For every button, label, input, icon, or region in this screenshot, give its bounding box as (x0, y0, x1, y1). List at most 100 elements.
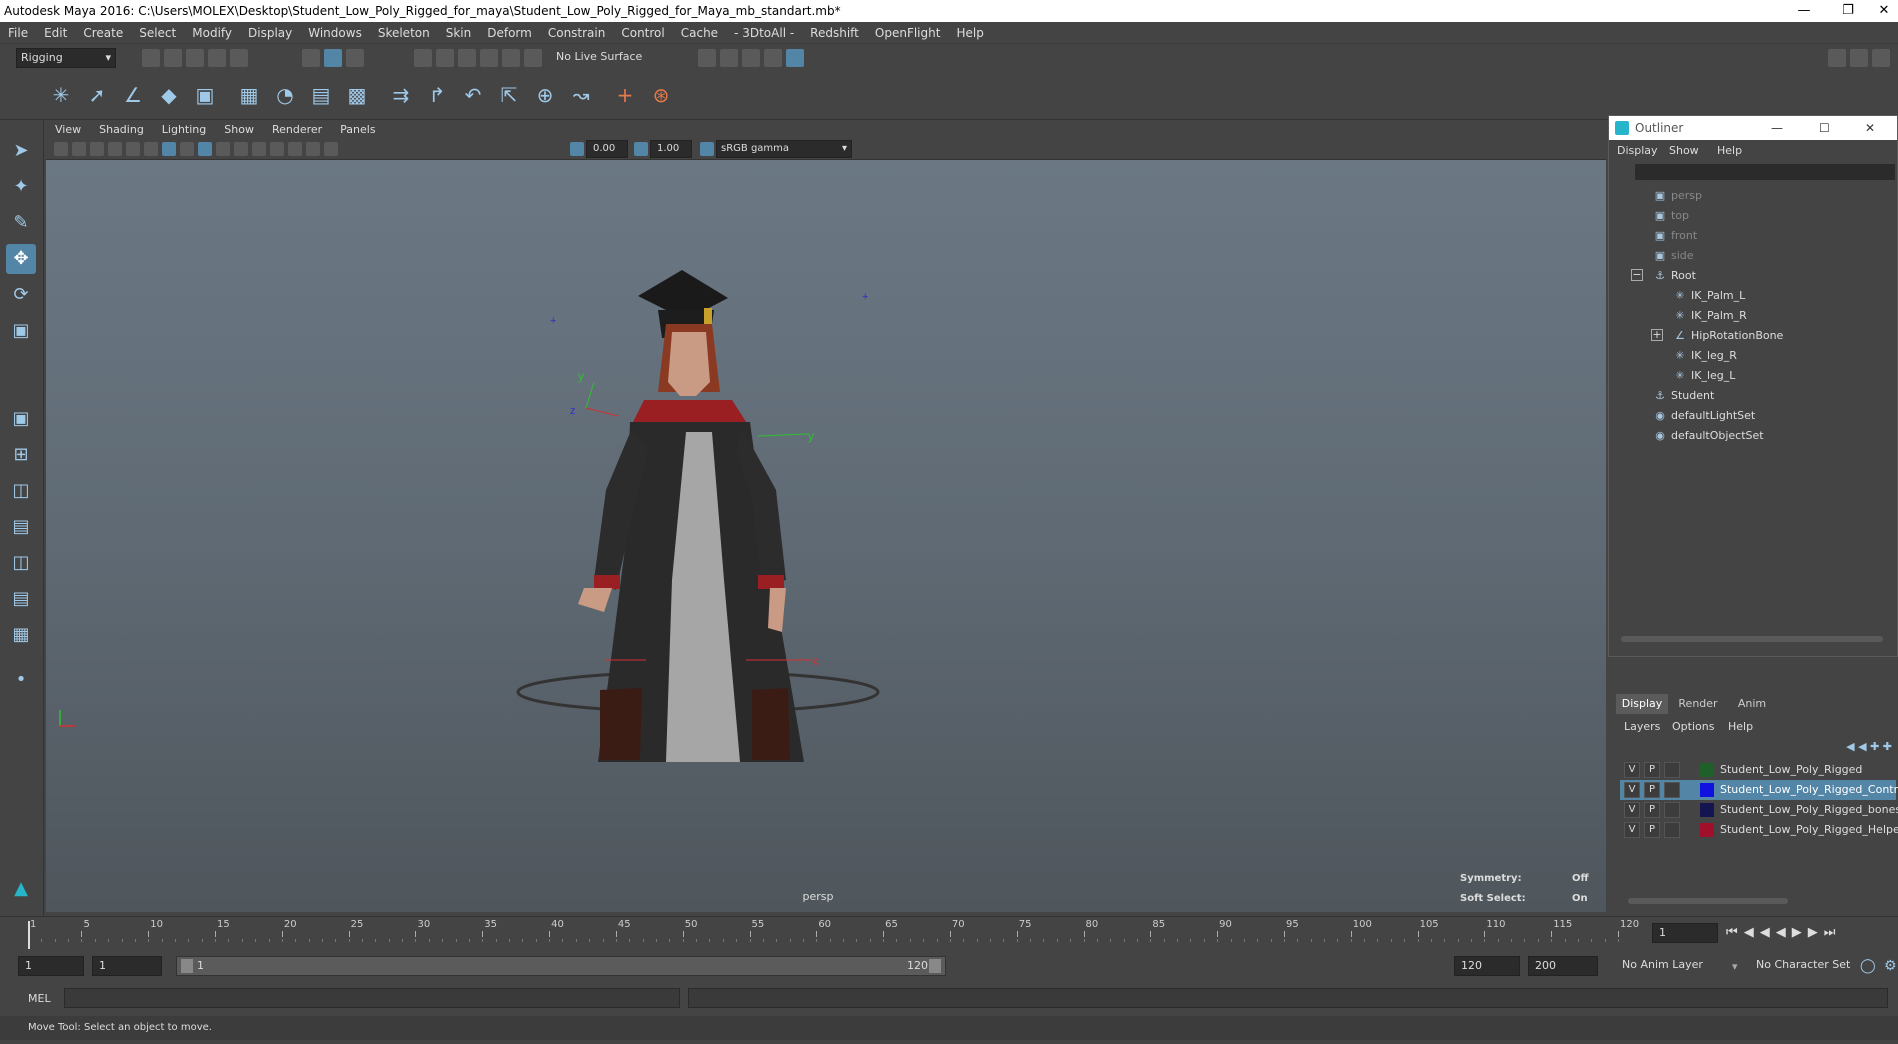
vp-menu-shading[interactable]: Shading (90, 120, 153, 140)
time-slider[interactable]: 1 5 10 15 20 25 30 35 40 45 50 55 60 65 70 75 80 85 90 95 10… (0, 916, 1898, 952)
playback-start-field[interactable]: 1 (92, 956, 162, 976)
bookmark-icon[interactable] (72, 142, 86, 156)
move-tool-icon[interactable]: ✥ (6, 244, 36, 274)
locator-icon[interactable]: + (610, 80, 640, 110)
minimize-icon[interactable]: — (1782, 0, 1826, 22)
textured-icon[interactable] (216, 142, 230, 156)
layer-row[interactable]: VP Student_Low_Poly_Rigged_Controllers (1620, 780, 1898, 800)
layer-display-type-toggle[interactable] (1664, 782, 1680, 798)
outliner-menu-display[interactable]: Display (1617, 144, 1658, 157)
current-frame-field[interactable]: 1 (1652, 923, 1718, 943)
outliner-item[interactable]: + ∠ HipRotationBone (1613, 326, 1863, 346)
joint-tool-icon[interactable]: ✳ (46, 80, 76, 110)
outliner-item[interactable]: ▣ front (1613, 226, 1863, 246)
lights-icon[interactable] (234, 142, 248, 156)
ik-spline-icon[interactable]: ∠ (118, 80, 148, 110)
set-key-icon[interactable]: ⊛ (646, 80, 676, 110)
new-scene-icon[interactable] (142, 49, 160, 67)
outliner-item[interactable]: ✳ IK_Palm_L (1613, 286, 1863, 306)
layer-display-type-toggle[interactable] (1664, 822, 1680, 838)
exposure-icon[interactable] (570, 142, 584, 156)
paint-weights-icon[interactable]: ▣ (190, 80, 220, 110)
maximize-icon[interactable]: ☐ (1819, 116, 1830, 140)
render-frame-icon[interactable] (720, 49, 738, 67)
layer-color-swatch[interactable] (1700, 803, 1714, 817)
layer-color-swatch[interactable] (1700, 763, 1714, 777)
outliner-item[interactable]: ⚓ Student (1613, 386, 1863, 406)
new-layer-icon[interactable]: ✚ (1870, 740, 1879, 753)
open-scene-icon[interactable] (164, 49, 182, 67)
menu-edit[interactable]: Edit (36, 22, 75, 44)
layer-row[interactable]: V P Student_Low_Poly_Rigged_bones (1620, 800, 1898, 820)
gamma-icon[interactable] (634, 142, 648, 156)
select-tool-icon[interactable]: ➤ (6, 136, 36, 166)
pole-vector-icon[interactable]: ↝ (566, 80, 596, 110)
close-icon[interactable]: ✕ (1870, 0, 1898, 22)
snap-point-icon[interactable] (458, 49, 476, 67)
menu-constrain[interactable]: Constrain (540, 22, 614, 44)
grid-icon[interactable] (108, 142, 122, 156)
uv-layout-icon[interactable]: ▦ (6, 620, 36, 650)
render-view-icon[interactable] (764, 49, 782, 67)
outliner-item[interactable]: ▣ top (1613, 206, 1863, 226)
layer-playback-toggle[interactable]: P (1644, 762, 1660, 778)
step-back-key-icon[interactable]: ◀ (1760, 925, 1776, 940)
outliner-item[interactable]: ✳ IK_leg_R (1613, 346, 1863, 366)
animation-end-field[interactable]: 200 (1528, 956, 1598, 976)
shaded-wire-icon[interactable] (198, 142, 212, 156)
go-to-start-icon[interactable]: ⏮ (1726, 925, 1744, 940)
layer-row[interactable]: V P Student_Low_Poly_Rigged_Helpers (1620, 820, 1898, 840)
range-start-handle[interactable] (181, 959, 193, 973)
close-icon[interactable]: ✕ (1865, 116, 1875, 140)
quick-layout-icon[interactable]: • (6, 665, 36, 695)
menu-windows[interactable]: Windows (300, 22, 370, 44)
layer-playback-toggle[interactable]: P (1644, 782, 1660, 798)
point-constraint-icon[interactable]: ⇉ (386, 80, 416, 110)
cmd-input[interactable] (64, 988, 680, 1008)
wireframe-icon[interactable] (162, 142, 176, 156)
image-plane-icon[interactable] (90, 142, 104, 156)
animation-start-field[interactable]: 1 (18, 956, 84, 976)
snap-grid-icon[interactable] (414, 49, 432, 67)
undo-icon[interactable] (208, 49, 226, 67)
step-forward-key-icon[interactable]: ▶ (1808, 925, 1824, 940)
color-space-dropdown[interactable]: sRGB gamma ▾ (716, 140, 852, 158)
hypershade-layout-icon[interactable]: ▤ (6, 584, 36, 614)
vp-menu-lighting[interactable]: Lighting (153, 120, 215, 140)
rotate-tool-icon[interactable]: ⟳ (6, 280, 36, 310)
layer-visibility-toggle[interactable]: V (1624, 782, 1640, 798)
tab-anim[interactable]: Anim (1726, 694, 1778, 714)
layer-display-type-toggle[interactable] (1664, 762, 1680, 778)
vp-menu-panels[interactable]: Panels (331, 120, 384, 140)
step-back-icon[interactable]: ◀ (1744, 925, 1760, 940)
outliner-item[interactable]: ✳ IK_Palm_R (1613, 306, 1863, 326)
new-layer-selected-icon[interactable]: ✚ (1883, 740, 1892, 753)
vp-menu-renderer[interactable]: Renderer (263, 120, 331, 140)
wrap-icon[interactable]: ▤ (306, 80, 336, 110)
layer-playback-toggle[interactable]: P (1644, 822, 1660, 838)
aa-icon[interactable] (288, 142, 302, 156)
layout-icon[interactable] (1872, 49, 1890, 67)
select-component-icon[interactable] (346, 49, 364, 67)
current-time-marker[interactable] (28, 921, 30, 949)
preferences-icon[interactable]: ⚙ (1884, 958, 1897, 974)
aim-constraint-icon[interactable]: ↱ (422, 80, 452, 110)
save-scene-icon[interactable] (186, 49, 204, 67)
viewport-persp[interactable]: y y x z + + persp Symmetry: Off Soft Sel… (46, 160, 1606, 912)
smooth-shade-icon[interactable] (180, 142, 194, 156)
outliner-layout-icon[interactable]: ◫ (6, 548, 36, 578)
collapse-icon[interactable]: − (1631, 269, 1643, 281)
render-settings-icon[interactable] (698, 49, 716, 67)
xray-icon[interactable] (324, 142, 338, 156)
outliner-item[interactable]: ◉ defaultLightSet (1613, 406, 1863, 426)
bind-skin-icon[interactable]: ◆ (154, 80, 184, 110)
snap-live-icon[interactable] (524, 49, 542, 67)
isolate-icon[interactable] (306, 142, 320, 156)
snap-curve-icon[interactable] (436, 49, 454, 67)
go-to-end-icon[interactable]: ⏭ (1824, 925, 1842, 940)
blend-shape-icon[interactable]: ▩ (342, 80, 372, 110)
single-view-icon[interactable]: ▣ (6, 404, 36, 434)
scale-constraint-icon[interactable]: ⇱ (494, 80, 524, 110)
playback-end-field[interactable]: 120 (1454, 956, 1520, 976)
auto-key-icon[interactable]: ◯ (1860, 958, 1876, 974)
